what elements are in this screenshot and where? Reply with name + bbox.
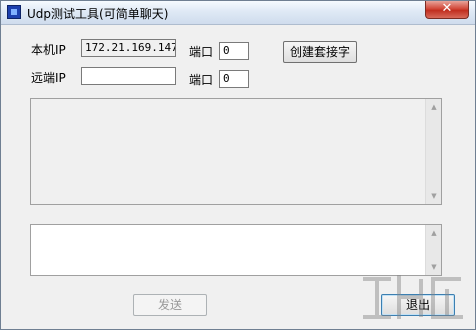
scroll-down-icon[interactable]: ▼: [426, 188, 442, 204]
local-ip-field[interactable]: 172.21.169.147: [81, 39, 176, 57]
local-port-field[interactable]: 0: [219, 42, 249, 60]
input-scrollbar[interactable]: ▲ ▼: [425, 225, 441, 275]
remote-port-field[interactable]: 0: [219, 70, 249, 88]
window-title: Udp测试工具(可简单聊天): [27, 7, 169, 21]
send-button[interactable]: 发送: [133, 294, 207, 316]
remote-ip-field[interactable]: [81, 67, 176, 85]
local-port-label: 端口: [189, 45, 214, 59]
app-icon: [7, 5, 21, 19]
remote-port-label: 端口: [189, 73, 214, 87]
log-scrollbar[interactable]: ▲ ▼: [425, 99, 441, 204]
remote-ip-label: 远端IP: [31, 71, 66, 85]
message-log[interactable]: ▲ ▼: [30, 98, 442, 205]
scroll-up-icon[interactable]: ▲: [426, 225, 442, 241]
local-ip-label: 本机IP: [31, 43, 66, 57]
app-window: Udp测试工具(可简单聊天) ✕ 本机IP 172.21.169.147 端口 …: [0, 0, 476, 330]
scroll-up-icon[interactable]: ▲: [426, 99, 442, 115]
create-socket-button[interactable]: 创建套接字: [283, 41, 357, 63]
message-input[interactable]: ▲ ▼: [30, 224, 442, 276]
title-bar[interactable]: Udp测试工具(可简单聊天) ✕: [1, 1, 475, 25]
close-button[interactable]: ✕: [425, 1, 469, 19]
watermark-logo: [359, 271, 469, 323]
